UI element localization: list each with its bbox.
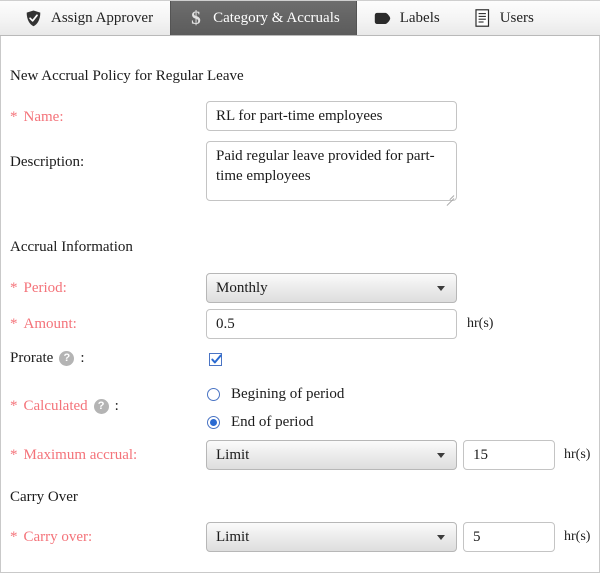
- accrual-policy-page: Assign Approver $ Category & Accruals La…: [0, 0, 600, 573]
- dollar-icon: $: [187, 8, 204, 28]
- name-input[interactable]: [206, 101, 457, 131]
- tab-bar: Assign Approver $ Category & Accruals La…: [0, 0, 600, 36]
- document-icon: [474, 9, 491, 28]
- tab-labels[interactable]: Labels: [357, 1, 457, 35]
- calculated-label: * Calculated :: [10, 398, 119, 415]
- period-required-marker: *: [10, 280, 18, 296]
- period-select-value: Monthly: [216, 279, 268, 296]
- prorate-label-text: Prorate: [10, 350, 54, 366]
- maximum-accrual-label-text: Maximum accrual:: [23, 447, 138, 463]
- radio-beginning-of-period[interactable]: Begining of period: [207, 386, 344, 403]
- name-required-marker: *: [10, 109, 18, 125]
- amount-label: * Amount:: [10, 316, 77, 333]
- calculated-label-text: Calculated: [23, 398, 88, 414]
- period-label-text: Period:: [23, 280, 67, 296]
- tab-assign-approver[interactable]: Assign Approver: [8, 1, 170, 35]
- page-title: New Accrual Policy for Regular Leave: [10, 68, 244, 84]
- description-label: Description:: [10, 154, 85, 170]
- amount-label-text: Amount:: [23, 316, 77, 332]
- radio-circle-icon: [207, 388, 220, 401]
- radio-end-of-period[interactable]: End of period: [207, 414, 313, 431]
- tab-users[interactable]: Users: [457, 1, 551, 35]
- form-panel: New Accrual Policy for Regular Leave * Na…: [0, 36, 600, 573]
- calculated-label-suffix: :: [114, 398, 119, 414]
- carry-over-label: * Carry over:: [10, 529, 92, 546]
- chevron-down-icon: [437, 535, 445, 540]
- shield-check-icon: [25, 9, 42, 28]
- description-field-wrap: [206, 141, 457, 206]
- prorate-label: Prorate :: [10, 350, 85, 367]
- carry-over-input[interactable]: [463, 522, 555, 552]
- accrual-information-heading: Accrual Information: [10, 239, 133, 255]
- period-select[interactable]: Monthly: [206, 273, 457, 303]
- tab-label: Users: [499, 9, 534, 26]
- carry-over-heading: Carry Over: [10, 489, 78, 505]
- calculated-required-marker: *: [10, 398, 18, 414]
- radio-circle-selected-icon: [207, 416, 220, 429]
- radio-label: End of period: [231, 414, 314, 430]
- carry-over-required-marker: *: [10, 529, 18, 545]
- tab-label: Assign Approver: [51, 9, 154, 26]
- tab-label: Labels: [399, 9, 440, 26]
- help-icon[interactable]: [59, 350, 75, 366]
- maximum-accrual-required-marker: *: [10, 447, 18, 463]
- radio-label: Begining of period: [231, 386, 345, 402]
- help-icon[interactable]: [93, 398, 109, 414]
- name-label: * Name:: [10, 109, 63, 126]
- chevron-down-icon: [437, 286, 445, 291]
- description-textarea[interactable]: [206, 141, 457, 201]
- name-label-text: Name:: [23, 109, 64, 125]
- maximum-accrual-unit: hr(s): [564, 447, 591, 462]
- carry-over-mode-select[interactable]: Limit: [206, 522, 457, 552]
- prorate-label-suffix: :: [80, 350, 85, 366]
- maximum-accrual-mode-value: Limit: [216, 446, 250, 463]
- amount-required-marker: *: [10, 316, 18, 332]
- checkmark-icon: [211, 354, 222, 364]
- amount-input[interactable]: [206, 309, 457, 339]
- maximum-accrual-input[interactable]: [463, 440, 555, 470]
- tab-label: Category & Accruals: [213, 9, 340, 26]
- svg-text:$: $: [191, 8, 201, 28]
- tab-category-accruals[interactable]: $ Category & Accruals: [170, 1, 357, 35]
- carry-over-label-text: Carry over:: [23, 529, 93, 545]
- prorate-checkbox[interactable]: [209, 353, 222, 366]
- amount-unit: hr(s): [467, 316, 494, 331]
- period-label: * Period:: [10, 280, 67, 297]
- carry-over-unit: hr(s): [564, 529, 591, 544]
- chevron-down-icon: [437, 453, 445, 458]
- maximum-accrual-label: * Maximum accrual:: [10, 447, 137, 464]
- maximum-accrual-mode-select[interactable]: Limit: [206, 440, 457, 470]
- carry-over-mode-value: Limit: [216, 528, 250, 545]
- tag-icon: [374, 9, 391, 28]
